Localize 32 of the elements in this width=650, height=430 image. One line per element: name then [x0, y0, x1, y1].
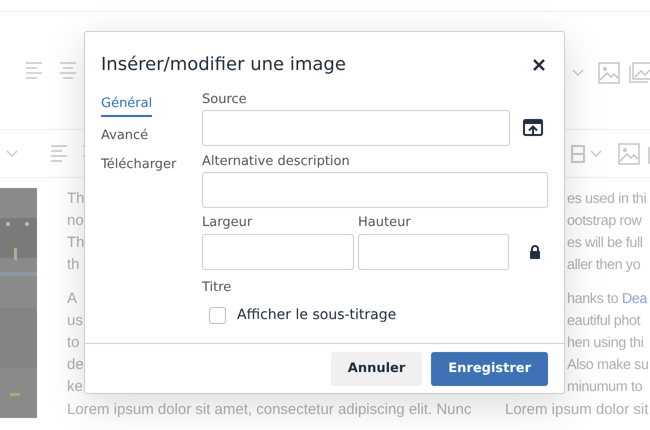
paragraph-text: es used in thi [567, 190, 648, 209]
paragraph-text: ootstrap row [567, 212, 643, 231]
tab[interactable]: Avancé [101, 126, 148, 146]
field-label: Source [202, 92, 248, 108]
cancel-button[interactable]: Annuler [330, 352, 422, 386]
paragraph-text: no [67, 211, 84, 231]
paragraph-text: th [67, 255, 81, 275]
paragraph-text: Also make su [567, 356, 649, 375]
paragraph-text: A [67, 289, 78, 309]
paragraph-text: hanks to Dea [567, 290, 648, 309]
checkbox-label: Afficher le sous-titrage [237, 306, 396, 325]
field-label: Alternative description [202, 154, 351, 170]
paragraph-text: Th [67, 233, 84, 253]
field-label: Titre [202, 280, 232, 296]
paragraph-text: to [67, 333, 81, 353]
paragraph-text: eautiful phot [567, 312, 642, 331]
paragraph-text: Th [67, 189, 84, 209]
paragraph-text: ke [67, 377, 84, 397]
tab[interactable]: Général [101, 94, 152, 116]
paragraph-text: us [67, 311, 84, 331]
save-button[interactable]: Enregistrer [431, 352, 548, 386]
paragraph-text: hen using thi [567, 334, 644, 353]
paragraph-text: Lorem ipsum dolor sit amet, consectetur adipiscing elit. Nunc [67, 400, 472, 420]
paragraph-text: Lorem ipsum dolor sit [505, 400, 648, 420]
paragraph-text: minumum to [567, 378, 644, 397]
field-label: Largeur [202, 215, 254, 231]
dialog-title: Insérer/modifier une image [101, 54, 346, 76]
tab[interactable]: Télécharger [101, 155, 176, 176]
paragraph-text: aller then yo [567, 256, 642, 275]
field-label: Hauteur [358, 215, 412, 231]
paragraph-text: es will be full [567, 234, 644, 253]
paragraph-text: de [67, 355, 84, 375]
